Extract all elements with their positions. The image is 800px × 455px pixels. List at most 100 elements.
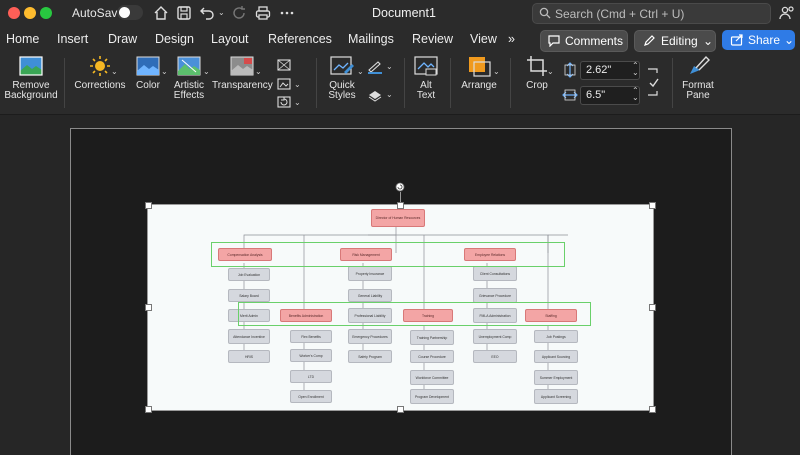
tab-insert[interactable]: Insert — [57, 32, 88, 46]
rotate-handle-icon[interactable] — [395, 182, 405, 192]
reset-picture-dropdown-icon[interactable]: ⌄ — [294, 98, 301, 107]
org-node: Safety Program — [348, 350, 392, 363]
transparency-dropdown-icon[interactable]: ⌄ — [255, 67, 262, 76]
lock-aspect-ratio-icon[interactable] — [645, 66, 661, 98]
print-icon[interactable] — [254, 4, 272, 22]
org-node: Course Procedure — [410, 350, 454, 363]
tab-references[interactable]: References — [268, 32, 332, 46]
tab-draw[interactable]: Draw — [108, 32, 137, 46]
redo-icon[interactable] — [230, 4, 248, 22]
home-icon[interactable] — [152, 4, 170, 22]
compress-pictures-icon[interactable] — [276, 58, 292, 72]
tabs-overflow-button[interactable]: » — [508, 32, 515, 46]
remove-background-label-2: Background — [4, 90, 58, 101]
undo-icon[interactable] — [198, 4, 216, 22]
resize-handle-bottom-left[interactable] — [145, 406, 152, 413]
picture-border-icon[interactable] — [366, 60, 384, 74]
sun-icon — [90, 56, 110, 76]
org-node: LTD — [290, 370, 332, 383]
corrections-button[interactable]: Corrections — [72, 54, 128, 91]
height-stepper-down-icon[interactable]: ⌄ — [632, 68, 639, 77]
people-icon[interactable] — [778, 4, 796, 22]
org-node: General Liability — [348, 289, 392, 302]
height-field[interactable]: 2.62" — [580, 61, 640, 80]
org-node: Open Enrollment — [290, 390, 332, 403]
quick-styles-button[interactable]: Quick Styles — [322, 54, 362, 101]
save-icon[interactable] — [175, 4, 193, 22]
picture-format-ribbon: Remove Background Corrections ⌄ Color ⌄ … — [0, 52, 800, 115]
editing-label: Editing — [661, 34, 698, 48]
color-dropdown-icon[interactable]: ⌄ — [161, 67, 168, 76]
resize-handle-left[interactable] — [145, 304, 152, 311]
org-node: Job Postings — [534, 330, 578, 343]
alt-text-label-2: Text — [416, 90, 436, 101]
undo-dropdown-icon[interactable]: ⌄ — [218, 8, 225, 17]
artistic-effects-dropdown-icon[interactable]: ⌄ — [203, 67, 210, 76]
org-node: Applicant Sourcing — [534, 350, 578, 363]
tab-review[interactable]: Review — [412, 32, 453, 46]
ribbon-divider — [672, 58, 673, 108]
pencil-icon — [644, 35, 655, 46]
picture-effects-dropdown-icon[interactable]: ⌄ — [386, 90, 393, 99]
org-chart-picture[interactable]: Director of Human Resources Compensation… — [147, 204, 654, 411]
alt-text-button[interactable]: Alt Text — [410, 54, 442, 101]
width-value: 6.5" — [586, 89, 606, 101]
quick-styles-dropdown-icon[interactable]: ⌄ — [357, 67, 364, 76]
tab-view[interactable]: View — [470, 32, 497, 46]
org-node: Property Insurance — [348, 266, 392, 281]
editing-mode-button[interactable]: Editing ⌄ — [634, 30, 716, 52]
remove-background-button[interactable]: Remove Background — [4, 54, 58, 101]
org-node: Attendance Incentive — [228, 329, 270, 344]
color-picture-icon — [136, 56, 160, 76]
resize-handle-top-left[interactable] — [145, 202, 152, 209]
corrections-dropdown-icon[interactable]: ⌄ — [111, 67, 118, 76]
tab-design[interactable]: Design — [155, 32, 194, 46]
corrections-label: Corrections — [74, 80, 126, 91]
org-node: Job Evaluation — [228, 268, 270, 281]
chevron-down-icon: ⌄ — [703, 34, 714, 48]
org-node: Emergency Procedures — [348, 329, 392, 344]
height-icon — [564, 62, 576, 78]
highlight-box-second-row — [238, 302, 591, 326]
reset-picture-icon[interactable] — [276, 95, 292, 109]
transparency-button[interactable]: Transparency — [212, 54, 273, 91]
highlight-box-top-row — [211, 242, 565, 267]
minimize-window-button[interactable] — [24, 7, 36, 19]
comments-button[interactable]: Comments — [540, 30, 628, 52]
quick-styles-label-2: Styles — [328, 90, 356, 101]
format-pane-button[interactable]: Format Pane — [678, 54, 718, 101]
color-button[interactable]: Color — [132, 54, 164, 91]
close-window-button[interactable] — [8, 7, 20, 19]
picture-border-dropdown-icon[interactable]: ⌄ — [386, 62, 393, 71]
share-button[interactable]: Share ⌄ — [722, 30, 795, 50]
arrange-dropdown-icon[interactable]: ⌄ — [493, 67, 500, 76]
tab-layout[interactable]: Layout — [211, 32, 249, 46]
change-picture-icon[interactable] — [276, 77, 292, 91]
search-placeholder: Search (Cmd + Ctrl + U) — [555, 7, 685, 21]
ribbon-divider — [316, 58, 317, 108]
tab-home[interactable]: Home — [6, 32, 39, 46]
tab-mailings[interactable]: Mailings — [348, 32, 394, 46]
crop-dropdown-icon[interactable]: ⌄ — [547, 67, 554, 76]
picture-effects-icon[interactable] — [366, 88, 384, 102]
document-title: Document1 — [372, 6, 436, 20]
change-picture-dropdown-icon[interactable]: ⌄ — [294, 80, 301, 89]
autosave-toggle[interactable] — [117, 5, 143, 20]
resize-handle-top-right[interactable] — [649, 202, 656, 209]
comment-icon — [548, 35, 560, 47]
width-field[interactable]: 6.5" — [580, 86, 640, 105]
org-node: Worker's Comp — [290, 349, 332, 362]
width-stepper-down-icon[interactable]: ⌄ — [632, 93, 639, 102]
more-options-icon[interactable] — [278, 4, 296, 22]
search-input[interactable]: Search (Cmd + Ctrl + U) — [532, 3, 771, 24]
crop-label: Crop — [526, 80, 548, 91]
resize-handle-top[interactable] — [397, 202, 404, 209]
resize-handle-bottom-right[interactable] — [649, 406, 656, 413]
title-bar: AutoSave ⌄ Document1 Search (Cmd + Ctrl … — [0, 0, 800, 26]
maximize-window-button[interactable] — [40, 7, 52, 19]
height-value: 2.62" — [586, 64, 612, 76]
resize-handle-right[interactable] — [649, 304, 656, 311]
resize-handle-bottom[interactable] — [397, 406, 404, 413]
artistic-effects-button[interactable]: Artistic Effects — [170, 54, 208, 101]
ribbon-divider — [404, 58, 405, 108]
